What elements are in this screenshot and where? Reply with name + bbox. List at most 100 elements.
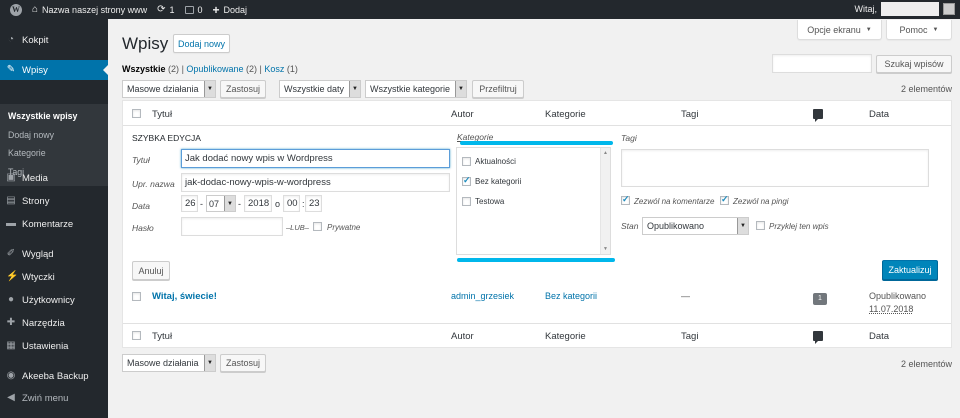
screen-options-button[interactable]: Opcje ekranu ▼ <box>797 20 882 40</box>
menu-kokpit[interactable]: ◔ Kokpit <box>0 30 108 50</box>
scrollbar[interactable]: ▲ ▼ <box>600 148 610 254</box>
password-input[interactable] <box>181 217 283 236</box>
plus-icon: + <box>212 2 220 17</box>
comment-icon[interactable] <box>813 109 823 122</box>
sticky-checkbox[interactable] <box>756 221 765 230</box>
collapse-icon: ◀ <box>7 392 15 403</box>
new-content-link[interactable]: + Dodaj <box>213 3 248 17</box>
menu-wyglad[interactable]: ✐ Wygląd <box>0 244 108 264</box>
caret-down-icon: ▼ <box>932 26 939 33</box>
bulk-actions-select-bottom[interactable]: Masowe działania ▼ <box>122 354 216 372</box>
category-label: Testowa <box>475 197 505 206</box>
minute-input[interactable]: 23 <box>305 195 322 212</box>
filter-button[interactable]: Przefiltruj <box>472 80 524 98</box>
updates-link[interactable]: ⟳ 1 <box>157 4 174 15</box>
submenu-categories[interactable]: Kategorie <box>8 148 46 158</box>
month-select[interactable]: 07 ▼ <box>206 195 236 212</box>
category-checkbox[interactable] <box>462 157 471 166</box>
apply-button-bottom[interactable]: Zastosuj <box>220 354 266 372</box>
tags-label: Tagi <box>621 133 637 143</box>
post-status: Opublikowano <box>869 291 927 301</box>
slug-input[interactable]: jak-dodac-nowy-wpis-w-wordpress <box>181 173 450 192</box>
column-categories: Kategorie <box>545 109 586 120</box>
scroll-down-icon: ▼ <box>603 246 608 252</box>
column-title-footer[interactable]: Tytuł <box>152 331 172 342</box>
column-date[interactable]: Data <box>869 109 889 120</box>
help-button[interactable]: Pomoc ▼ <box>886 20 952 40</box>
highlight-bar-top <box>460 141 613 145</box>
search-button[interactable]: Szukaj wpisów <box>876 55 952 73</box>
cancel-button[interactable]: Anuluj <box>132 261 170 280</box>
account-menu[interactable]: Witaj, <box>855 2 955 16</box>
post-category-link[interactable]: Bez kategorii <box>545 291 597 301</box>
view-trash[interactable]: Kosz <box>264 64 284 74</box>
apply-button[interactable]: Zastosuj <box>220 80 266 98</box>
caret-down-icon: ▼ <box>204 81 215 97</box>
menu-uzytkownicy[interactable]: ● Użytkownicy <box>0 290 108 310</box>
submenu-all-posts[interactable]: Wszystkie wpisy <box>8 111 77 121</box>
year-input[interactable]: 2018 <box>244 195 272 212</box>
comments-link[interactable]: 0 <box>184 5 203 15</box>
column-title[interactable]: Tytuł <box>152 109 172 120</box>
hour-input[interactable]: 00 <box>283 195 300 212</box>
search-input[interactable] <box>772 54 872 73</box>
site-name-link[interactable]: ⌂ Nazwa naszej strony www <box>32 4 147 15</box>
column-author-footer: Autor <box>451 331 474 342</box>
allow-comments-checkbox[interactable] <box>621 194 630 205</box>
private-checkbox[interactable] <box>313 222 322 231</box>
column-date-footer[interactable]: Data <box>869 331 889 342</box>
menu-media[interactable]: ▣ Media <box>0 168 108 188</box>
dates-select[interactable]: Wszystkie daty ▼ <box>279 80 361 98</box>
or-label: –LUB– <box>286 223 309 232</box>
select-all-checkbox-footer[interactable] <box>132 331 141 340</box>
collapse-menu[interactable]: ◀ Zwiń menu <box>0 388 108 408</box>
caret-down-icon: ▼ <box>455 81 466 97</box>
column-categories-footer: Kategorie <box>545 331 586 342</box>
day-input[interactable]: 26 <box>181 195 198 212</box>
category-checkbox[interactable] <box>462 175 471 186</box>
tags-textarea[interactable] <box>621 149 929 187</box>
home-icon: ⌂ <box>32 4 39 15</box>
page-title: Wpisy <box>122 34 169 53</box>
menu-narzedzia[interactable]: ✚ Narzędzia <box>0 313 108 333</box>
page-icon: ▤ <box>6 195 16 206</box>
status-label: Stan <box>621 221 639 231</box>
wrench-icon: ✚ <box>6 317 16 328</box>
menu-strony[interactable]: ▤ Strony <box>0 191 108 211</box>
column-tags: Tagi <box>681 109 699 120</box>
scroll-up-icon: ▲ <box>603 150 608 156</box>
column-tags-footer: Tagi <box>681 331 699 342</box>
menu-komentarze[interactable]: ▬ Komentarze <box>0 214 108 234</box>
admin-sidebar: ◔ Kokpit ✎ Wpisy Wszystkie wpisy Dodaj now… <box>0 19 108 418</box>
status-select[interactable]: Opublikowano ▼ <box>642 217 749 235</box>
title-input[interactable]: Jak dodać nowy wpis w Wordpress <box>181 149 450 168</box>
refresh-icon: ⟳ <box>157 4 166 15</box>
menu-ustawienia[interactable]: ▦ Ustawienia <box>0 336 108 356</box>
item-count: 2 elementów <box>900 84 952 94</box>
category-checkbox[interactable] <box>462 197 471 206</box>
view-published[interactable]: Opublikowane <box>186 64 243 74</box>
post-title-link[interactable]: Witaj, świecie! <box>152 291 217 302</box>
column-author: Autor <box>451 109 474 120</box>
menu-wpisy[interactable]: ✎ Wpisy <box>0 60 108 80</box>
dashboard-icon: ◔ <box>7 34 15 45</box>
allow-comments-label: Zezwól na komentarze <box>634 197 715 206</box>
private-label: Prywatne <box>327 223 361 232</box>
bulk-actions-select[interactable]: Masowe działania ▼ <box>122 80 216 98</box>
add-new-button[interactable]: Dodaj nowy <box>173 34 230 53</box>
update-button[interactable]: Zaktualizuj <box>882 260 938 280</box>
row-checkbox[interactable] <box>132 292 141 301</box>
categories-select[interactable]: Wszystkie kategorie ▼ <box>365 80 467 98</box>
post-author-link[interactable]: admin_grzesiek <box>451 291 514 301</box>
submenu-add-new[interactable]: Dodaj nowy <box>8 130 54 140</box>
wordpress-logo[interactable]: W <box>10 3 22 16</box>
comment-count-bubble[interactable]: 1 <box>813 293 827 305</box>
view-all[interactable]: Wszystkie <box>122 64 166 74</box>
menu-akeeba-backup[interactable]: ◉ Akeeba Backup <box>0 366 108 386</box>
comment-icon[interactable] <box>813 331 823 344</box>
time-separator: o <box>275 199 281 209</box>
select-all-checkbox[interactable] <box>132 109 141 118</box>
quick-edit-heading: SZYBKA EDYCJA <box>132 133 201 143</box>
allow-pings-checkbox[interactable] <box>720 194 729 205</box>
menu-wtyczki[interactable]: ⚡ Wtyczki <box>0 267 108 287</box>
